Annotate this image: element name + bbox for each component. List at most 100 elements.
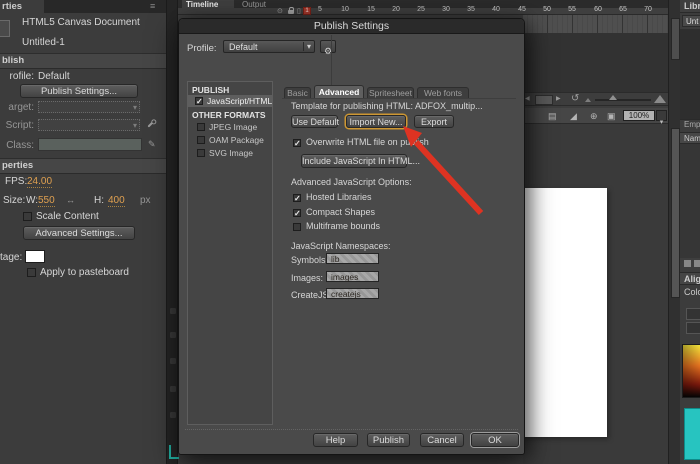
- tab-properties[interactable]: rties: [0, 0, 44, 13]
- edit-scene-icon[interactable]: ▤: [548, 111, 557, 122]
- ok-button[interactable]: OK: [471, 433, 519, 447]
- tab-library-label[interactable]: Libra: [684, 1, 700, 11]
- use-default-button[interactable]: Use Default: [291, 115, 339, 128]
- tab-output-label[interactable]: Output: [242, 0, 266, 8]
- format-row-javascript-html[interactable]: ✓ JavaScript/HTML: [188, 95, 272, 107]
- panel-menu-icon[interactable]: ≡: [150, 2, 155, 11]
- frame-number[interactable]: 15: [364, 6, 378, 13]
- tab-spritesheet[interactable]: Spritesheet: [367, 87, 414, 98]
- new-symbol-icon[interactable]: [684, 260, 691, 267]
- tool-icon[interactable]: [170, 412, 176, 418]
- symbols-input[interactable]: lib: [326, 253, 379, 264]
- tool-icon[interactable]: [170, 386, 176, 392]
- frame-number[interactable]: 40: [489, 6, 503, 13]
- center-frame-icon[interactable]: ⊕: [590, 111, 598, 122]
- stage-zoom-value[interactable]: 100%: [623, 110, 655, 121]
- color-swatch-cyan[interactable]: [684, 408, 700, 460]
- publish-section-header[interactable]: blish: [0, 53, 166, 69]
- clip-frame-icon[interactable]: ▣: [607, 111, 616, 122]
- zoom-in-icon[interactable]: [654, 95, 666, 103]
- tab-advanced[interactable]: Advanced: [314, 85, 364, 98]
- color-tool-button[interactable]: [686, 308, 700, 320]
- scrollbar-thumb[interactable]: [671, 128, 680, 298]
- library-doc-selector[interactable]: Unt: [682, 15, 700, 27]
- wrench-icon[interactable]: [147, 120, 155, 128]
- timeline-zoom-slider[interactable]: [595, 99, 651, 101]
- svg-checkbox[interactable]: [197, 149, 205, 157]
- stage-zoom-dropdown[interactable]: ▾: [656, 110, 667, 126]
- doc-name-label[interactable]: Untitled-1: [22, 37, 65, 48]
- edit-symbol-icon[interactable]: ◢: [570, 111, 577, 122]
- frame-number[interactable]: 35: [464, 6, 478, 13]
- frame-number[interactable]: 30: [439, 6, 453, 13]
- undo-icon[interactable]: ↺: [571, 93, 579, 104]
- format-row-svg[interactable]: SVG Image: [188, 148, 272, 159]
- profile-dropdown[interactable]: Default ▾: [223, 40, 315, 53]
- color-panel-tab[interactable]: Colo: [680, 286, 700, 299]
- help-button[interactable]: Help: [313, 433, 358, 447]
- overwrite-checkbox[interactable]: ✓: [293, 139, 301, 148]
- tab-webfonts[interactable]: Web fonts: [417, 87, 469, 98]
- images-input[interactable]: images: [326, 271, 379, 282]
- hscroll-left-icon[interactable]: ◀: [525, 95, 530, 102]
- link-dimensions-icon[interactable]: ↔: [66, 196, 75, 205]
- align-panel-tab[interactable]: Alig: [680, 272, 700, 285]
- properties-section-header[interactable]: perties: [0, 158, 166, 174]
- frame-number[interactable]: 60: [591, 6, 605, 13]
- export-button[interactable]: Export: [414, 115, 454, 128]
- scale-content-checkbox[interactable]: [23, 212, 32, 221]
- library-name-header[interactable]: Nam: [680, 132, 700, 144]
- new-folder-icon[interactable]: [694, 260, 700, 267]
- compact-shapes-checkbox[interactable]: ✓: [293, 209, 301, 218]
- include-js-button[interactable]: Include JavaScript In HTML...: [301, 154, 420, 168]
- scrollbar-thumb[interactable]: [671, 18, 680, 60]
- lock-icon[interactable]: [288, 7, 294, 14]
- format-row-oam[interactable]: OAM Package: [188, 135, 272, 146]
- height-value[interactable]: 400: [108, 195, 125, 207]
- stage-color-swatch[interactable]: [25, 250, 45, 263]
- jpeg-checkbox[interactable]: [197, 123, 205, 131]
- javascript-html-checkbox[interactable]: ✓: [195, 97, 203, 106]
- eye-icon[interactable]: ⊙: [277, 7, 283, 16]
- color-gradient-picker[interactable]: [682, 344, 700, 398]
- tab-timeline[interactable]: Timeline: [182, 0, 234, 8]
- timeline-frames-grid[interactable]: [523, 15, 668, 33]
- publish-settings-button[interactable]: Publish Settings...: [20, 84, 138, 98]
- oam-checkbox[interactable]: [197, 136, 205, 144]
- tab-basic[interactable]: Basic: [284, 87, 311, 98]
- tool-icon[interactable]: [170, 308, 176, 314]
- createjs-input[interactable]: createjs: [326, 288, 379, 299]
- vertical-scrollbar[interactable]: [668, 0, 680, 464]
- hscroll-thumb[interactable]: [535, 95, 553, 105]
- tool-icon[interactable]: [170, 332, 176, 338]
- hosted-libraries-checkbox[interactable]: ✓: [293, 194, 301, 203]
- hscroll-right-icon[interactable]: ▶: [556, 95, 561, 102]
- frame-number[interactable]: 5: [313, 6, 327, 13]
- cancel-button[interactable]: Cancel: [420, 433, 464, 447]
- frame-number[interactable]: 20: [389, 6, 403, 13]
- publish-button[interactable]: Publish: [367, 433, 410, 447]
- frame-number[interactable]: 65: [616, 6, 630, 13]
- frame-number[interactable]: 55: [565, 6, 579, 13]
- frame-number[interactable]: 10: [338, 6, 352, 13]
- timeline-zoom-thumb[interactable]: [609, 95, 617, 100]
- multiframe-checkbox[interactable]: [293, 223, 301, 231]
- import-new-button[interactable]: Import New...: [346, 115, 406, 128]
- frame-number[interactable]: 50: [540, 6, 554, 13]
- outline-icon[interactable]: ▯: [297, 7, 301, 16]
- advanced-settings-button[interactable]: Advanced Settings...: [23, 226, 135, 240]
- current-frame-marker[interactable]: 1: [303, 7, 311, 15]
- color-tool-button[interactable]: [686, 322, 700, 334]
- tool-icon[interactable]: [170, 358, 176, 364]
- profile-options-button[interactable]: ⚙: [320, 40, 336, 56]
- apply-pasteboard-checkbox[interactable]: [27, 268, 36, 277]
- format-row-jpeg[interactable]: JPEG Image: [188, 122, 272, 133]
- zoom-out-icon[interactable]: [585, 98, 591, 102]
- dialog-titlebar[interactable]: Publish Settings: [179, 19, 524, 34]
- frame-number[interactable]: 45: [515, 6, 529, 13]
- frame-number[interactable]: 70: [641, 6, 655, 13]
- width-value[interactable]: 550: [38, 195, 55, 207]
- class-input[interactable]: [38, 138, 142, 151]
- library-list[interactable]: [680, 144, 700, 258]
- fps-value[interactable]: 24.00: [27, 176, 53, 188]
